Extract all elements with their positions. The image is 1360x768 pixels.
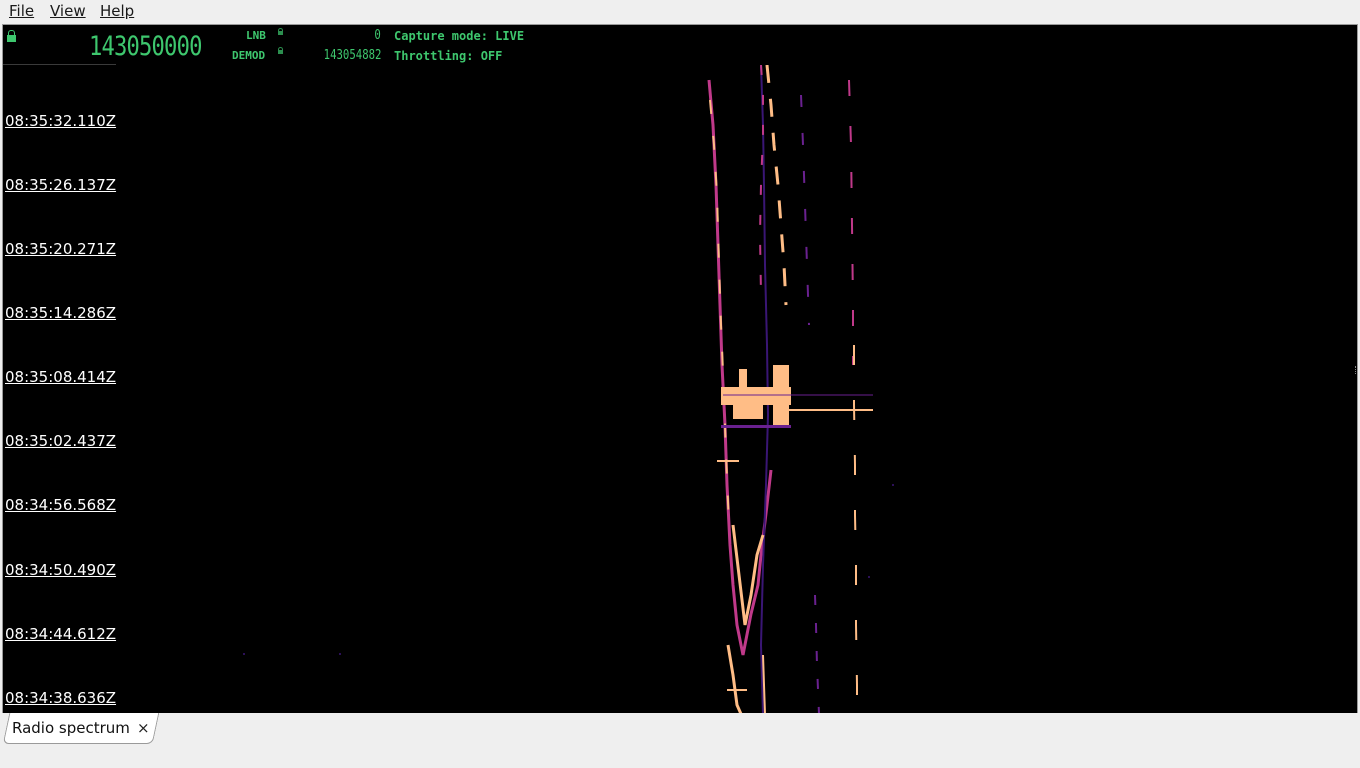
- demod-lock-icon[interactable]: [278, 47, 283, 54]
- tab-close-icon[interactable]: ×: [137, 719, 150, 737]
- tab-bar: Radio spectrum ×: [0, 713, 1360, 768]
- main-frequency[interactable]: 143050000: [89, 31, 202, 62]
- waterfall-display[interactable]: 08:35:32.110Z 08:35:26.137Z 08:35:20.271…: [3, 65, 1357, 714]
- timestamp-label: 08:34:38.636Z: [5, 689, 117, 707]
- timestamp-label: 08:35:32.110Z: [5, 112, 117, 130]
- throttling-status: Throttling: OFF: [394, 49, 503, 63]
- timestamp-label: 08:34:56.568Z: [5, 496, 117, 514]
- frequency-header: 143050000 LNB 0 DEMOD 143054882 Capture …: [3, 25, 1357, 65]
- timestamp-label: 08:34:44.612Z: [5, 625, 117, 643]
- timestamp-label: 08:35:08.414Z: [5, 368, 117, 386]
- menu-file-label: File: [9, 2, 35, 20]
- menu-file[interactable]: File: [9, 2, 34, 20]
- demod-value[interactable]: 143054882: [323, 48, 381, 63]
- demod-label: DEMOD: [232, 49, 266, 62]
- resize-grip[interactable]: [1355, 366, 1358, 374]
- menu-view-label: View: [50, 2, 86, 20]
- lock-icon[interactable]: [7, 30, 16, 42]
- lnb-value[interactable]: 0: [375, 28, 381, 43]
- timestamp-label: 08:35:20.271Z: [5, 240, 117, 258]
- menu-help-label: Help: [100, 2, 135, 20]
- timestamp-label: 08:35:02.437Z: [5, 432, 117, 450]
- menu-view[interactable]: View: [50, 2, 86, 20]
- timestamp-label: 08:34:50.490Z: [5, 561, 117, 579]
- timestamp-label: 08:35:26.137Z: [5, 176, 117, 194]
- spectrum-frame: 143050000 LNB 0 DEMOD 143054882 Capture …: [2, 24, 1358, 715]
- capture-mode-status: Capture mode: LIVE: [394, 29, 525, 43]
- menu-help[interactable]: Help: [100, 2, 134, 20]
- waterfall-plot: [3, 65, 1357, 714]
- lnb-lock-icon[interactable]: [278, 28, 283, 35]
- lnb-label: LNB: [246, 29, 266, 42]
- menu-bar: File View Help: [0, 0, 1360, 22]
- timestamp-label: 08:35:14.286Z: [5, 304, 117, 322]
- tab-radio-spectrum[interactable]: Radio spectrum: [12, 719, 130, 737]
